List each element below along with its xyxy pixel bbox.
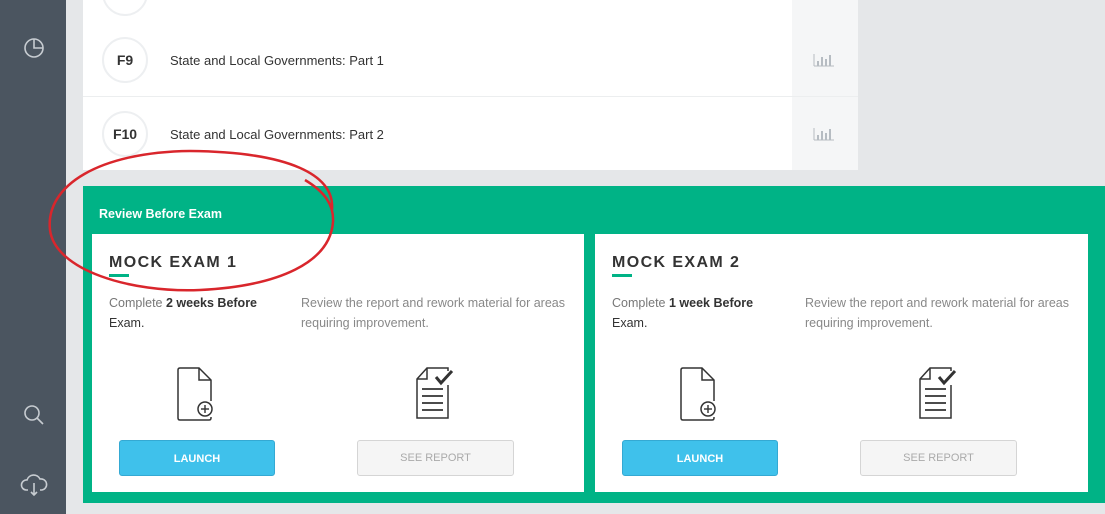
- schedule-text: Complete 1 week Before Exam.: [612, 296, 754, 330]
- new-document-icon: [680, 367, 716, 421]
- launch-button[interactable]: LAUNCH: [119, 440, 275, 476]
- see-report-button[interactable]: SEE REPORT: [357, 440, 514, 476]
- mock-exam-card: MOCK EXAM 2 Complete 1 week Before Exam. …: [595, 234, 1088, 492]
- lesson-badge: [102, 0, 148, 16]
- review-title: Review Before Exam: [99, 207, 222, 221]
- lesson-title[interactable]: State and Local Governments: Part 1: [170, 53, 384, 68]
- search-icon[interactable]: [20, 401, 48, 429]
- launch-button[interactable]: LAUNCH: [622, 440, 778, 476]
- lesson-badge: F9: [102, 37, 148, 83]
- report-text: Review the report and rework material fo…: [805, 296, 1070, 330]
- lesson-list: F9 State and Local Governments: Part 1 F…: [83, 0, 858, 170]
- cloud-download-icon[interactable]: [20, 471, 48, 499]
- see-report-button[interactable]: SEE REPORT: [860, 440, 1017, 476]
- card-title: MOCK EXAM 2: [612, 254, 741, 271]
- list-item[interactable]: F9 State and Local Governments: Part 1: [83, 23, 858, 97]
- title-underline: [109, 274, 129, 277]
- lesson-title[interactable]: State and Local Governments: Part 2: [170, 127, 384, 142]
- card-title: MOCK EXAM 1: [109, 254, 238, 271]
- lesson-badge: F10: [102, 111, 148, 157]
- report-text: Review the report and rework material fo…: [301, 296, 566, 330]
- bar-chart-icon[interactable]: [813, 125, 835, 141]
- mock-exam-card: MOCK EXAM 1 Complete 2 weeks Before Exam.…: [92, 234, 584, 492]
- bar-chart-icon[interactable]: [813, 51, 835, 67]
- report-checklist-icon: [919, 367, 957, 419]
- report-checklist-icon: [416, 367, 454, 419]
- new-document-icon: [177, 367, 213, 421]
- schedule-text: Complete 2 weeks Before Exam.: [109, 296, 258, 330]
- pie-chart-icon[interactable]: [20, 34, 48, 62]
- title-underline: [612, 274, 632, 277]
- list-item[interactable]: F10 State and Local Governments: Part 2: [83, 97, 858, 170]
- review-before-exam-panel: Review Before Exam MOCK EXAM 1 Complete …: [83, 186, 1105, 503]
- sidebar: [0, 0, 66, 514]
